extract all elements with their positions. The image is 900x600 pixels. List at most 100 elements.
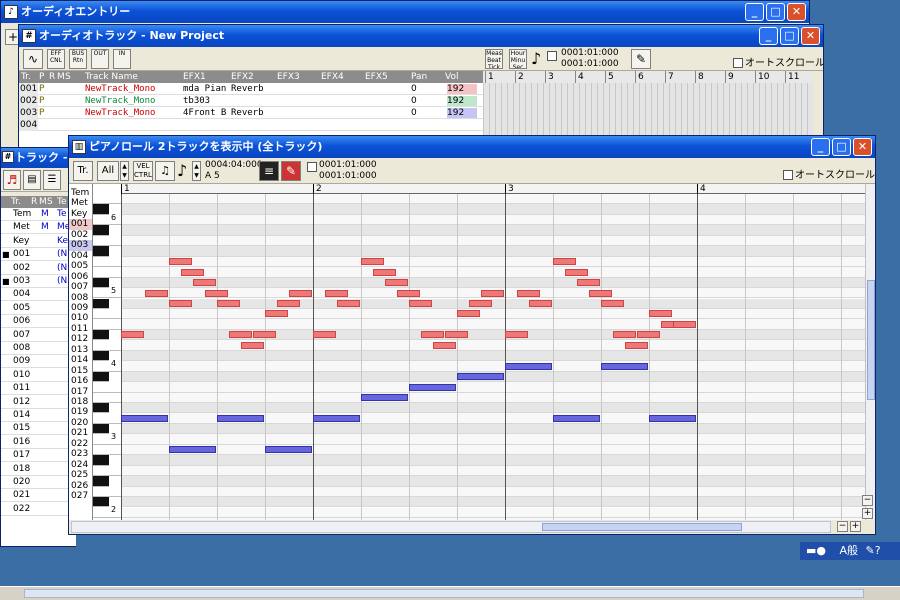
table-row[interactable]: 010: [1, 369, 76, 382]
blue-note[interactable]: [313, 414, 360, 422]
track-list-item[interactable]: 017: [69, 387, 92, 397]
track-name[interactable]: NewTrack_Mono: [85, 83, 155, 95]
red-note[interactable]: [361, 258, 384, 266]
vertical-scrollbar[interactable]: [865, 184, 875, 520]
red-note[interactable]: [289, 289, 312, 297]
red-note[interactable]: [625, 341, 648, 349]
track-list-item[interactable]: 027: [69, 491, 92, 501]
track-list-item[interactable]: 021: [69, 428, 92, 438]
red-note[interactable]: [481, 289, 504, 297]
table-row[interactable]: 009: [1, 355, 76, 369]
track-list-item[interactable]: 015: [69, 366, 92, 376]
efx1-cell[interactable]: 4Front B: [183, 107, 226, 119]
ime-mode[interactable]: A般: [840, 544, 859, 557]
efx2-cell[interactable]: Reverb: [231, 83, 264, 95]
vol-cell[interactable]: 192: [447, 84, 477, 94]
black-key[interactable]: [93, 371, 109, 383]
zoom-in-icon[interactable]: +: [850, 521, 861, 532]
track-list-item[interactable]: 022: [69, 439, 92, 449]
scroll-thumb[interactable]: [867, 280, 875, 400]
play-flag[interactable]: P: [39, 83, 44, 95]
black-key[interactable]: [93, 277, 109, 289]
black-key[interactable]: [93, 329, 109, 341]
track-list-item[interactable]: 005: [69, 261, 92, 271]
scroll-thumb[interactable]: [542, 523, 742, 531]
track-select[interactable]: All: [97, 161, 119, 181]
white-key[interactable]: [93, 486, 121, 498]
red-note[interactable]: [505, 331, 528, 339]
audio-entry-titlebar[interactable]: ♪ オーディオエントリー _ □ ✕: [1, 1, 809, 23]
track-name[interactable]: NewTrack_Mono: [85, 107, 155, 119]
table-row[interactable]: 015: [1, 422, 76, 436]
list-icon[interactable]: ☰: [43, 170, 61, 190]
white-key[interactable]: [93, 256, 121, 268]
table-row[interactable]: 003 P NewTrack_Mono 4Front B Reverb 0 192: [19, 107, 483, 119]
blue-note[interactable]: [649, 414, 696, 422]
blue-note[interactable]: [265, 446, 312, 454]
note-grid[interactable]: [121, 194, 865, 520]
track-list-item[interactable]: 014: [69, 355, 92, 365]
blue-note[interactable]: [505, 362, 552, 370]
table-row[interactable]: 001 P NewTrack_Mono mda Pian Reverb 0 192: [19, 83, 483, 95]
table-row[interactable]: 005: [1, 302, 76, 315]
erase-icon[interactable]: ✎: [281, 161, 301, 181]
bottom-scrollbar[interactable]: [0, 586, 900, 600]
efx1-cell[interactable]: tb303: [183, 95, 210, 107]
track-list-item[interactable]: 010: [69, 313, 92, 323]
black-key[interactable]: [93, 225, 109, 236]
table-row[interactable]: 002 (N: [1, 262, 76, 275]
red-note[interactable]: [601, 300, 624, 307]
track-list-item[interactable]: 007: [69, 282, 92, 292]
white-key[interactable]: [93, 444, 121, 456]
red-note[interactable]: [205, 289, 228, 297]
note-length-icon[interactable]: ♪: [177, 161, 187, 180]
table-row[interactable]: 016: [1, 436, 76, 449]
maximize-button[interactable]: □: [832, 138, 851, 156]
red-note[interactable]: [649, 310, 672, 318]
red-note[interactable]: [409, 300, 432, 307]
black-key[interactable]: [93, 476, 109, 487]
track-list-item[interactable]: 012: [69, 334, 92, 344]
track-list-item[interactable]: 003: [69, 240, 92, 251]
table-row[interactable]: 006: [1, 315, 76, 329]
red-note[interactable]: [613, 331, 636, 339]
table-row[interactable]: 021: [1, 489, 76, 503]
blue-note[interactable]: [409, 383, 456, 391]
red-note[interactable]: [673, 320, 696, 328]
minimize-button[interactable]: _: [745, 3, 764, 21]
white-key[interactable]: [93, 267, 121, 278]
midi-note-icon[interactable]: ♬: [3, 170, 21, 190]
red-note[interactable]: [145, 289, 168, 297]
red-note[interactable]: [217, 300, 240, 307]
vertical-zoom-out-icon[interactable]: −: [862, 495, 873, 506]
table-row[interactable]: 014: [1, 409, 76, 422]
vel-ctrl-button[interactable]: VEL CTRL: [133, 161, 153, 181]
track-list-item[interactable]: 024: [69, 460, 92, 470]
red-note[interactable]: [277, 300, 300, 307]
black-key[interactable]: [93, 298, 109, 309]
red-note[interactable]: [577, 279, 600, 287]
hour-minu-sec-button[interactable]: Hour Minu Sec: [509, 49, 527, 69]
red-note[interactable]: [589, 289, 612, 297]
blue-note[interactable]: [361, 394, 408, 402]
black-key[interactable]: [93, 350, 109, 362]
red-note[interactable]: [529, 300, 552, 307]
track-list-item[interactable]: 025: [69, 470, 92, 480]
white-key[interactable]: [93, 507, 121, 518]
table-row[interactable]: 008: [1, 342, 76, 355]
table-row[interactable]: Tem M Te: [1, 208, 76, 221]
vertical-zoom-in-icon[interactable]: +: [862, 508, 873, 519]
red-note[interactable]: [169, 300, 192, 307]
red-note[interactable]: [181, 268, 204, 276]
red-note[interactable]: [193, 279, 216, 287]
note-spin-icon[interactable]: ▲ ▼: [192, 161, 201, 181]
meas-beat-tick-button[interactable]: Meas Beat Tick: [485, 49, 503, 69]
red-note[interactable]: [337, 300, 360, 307]
black-key[interactable]: [93, 204, 109, 215]
table-row[interactable]: 002 P NewTrack_Mono tb303 0 192: [19, 95, 483, 107]
table-row[interactable]: 004: [1, 288, 76, 302]
table-row[interactable]: 017: [1, 449, 76, 463]
blue-note[interactable]: [601, 362, 648, 370]
white-key[interactable]: [93, 465, 121, 477]
white-key[interactable]: [93, 392, 121, 403]
